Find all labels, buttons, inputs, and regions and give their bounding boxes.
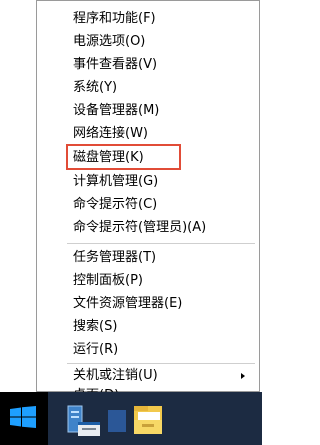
menu-item-label: 电源选项(O) — [73, 34, 146, 49]
windows-logo-icon — [10, 406, 36, 428]
powershell-icon[interactable] — [108, 410, 126, 432]
file-explorer-icon[interactable] — [128, 402, 168, 440]
menu-item-network-connections[interactable]: 网络连接(W) — [37, 122, 259, 145]
menu-item-file-explorer[interactable]: 文件资源管理器(E) — [37, 292, 259, 315]
menu-item-programs-features[interactable]: 程序和功能(F) — [37, 7, 259, 30]
menu-item-label: 文件资源管理器(E) — [73, 296, 183, 311]
menu-item-computer-management[interactable]: 计算机管理(G) — [37, 170, 259, 193]
menu-item-control-panel[interactable]: 控制面板(P) — [37, 269, 259, 292]
menu-item-label: 搜索(S) — [73, 319, 118, 334]
menu-item-label: 程序和功能(F) — [73, 11, 156, 26]
server-manager-icon[interactable] — [64, 404, 104, 440]
menu-item-label: 控制面板(P) — [73, 273, 143, 288]
menu-item-event-viewer[interactable]: 事件查看器(V) — [37, 53, 259, 76]
menu-item-label: 命令提示符(管理员)(A) — [73, 220, 207, 235]
menu-item-label: 任务管理器(T) — [73, 250, 157, 265]
menu-item-run[interactable]: 运行(R) — [37, 338, 259, 361]
menu-item-label: 设备管理器(M) — [73, 103, 160, 118]
power-user-menu: 程序和功能(F) 电源选项(O) 事件查看器(V) 系统(Y) 设备管理器(M)… — [36, 0, 260, 403]
menu-item-command-prompt[interactable]: 命令提示符(C) — [37, 193, 259, 216]
start-button[interactable] — [0, 392, 48, 445]
menu-item-search[interactable]: 搜索(S) — [37, 315, 259, 338]
menu-item-device-manager[interactable]: 设备管理器(M) — [37, 99, 259, 122]
menu-separator — [67, 243, 255, 244]
menu-item-system[interactable]: 系统(Y) — [37, 76, 259, 99]
menu-item-task-manager[interactable]: 任务管理器(T) — [37, 246, 259, 269]
highlight-annotation-box — [66, 144, 181, 170]
desktop-edge — [0, 0, 37, 392]
menu-item-label: 系统(Y) — [73, 80, 118, 95]
screen: 程序和功能(F) 电源选项(O) 事件查看器(V) 系统(Y) 设备管理器(M)… — [0, 0, 262, 445]
menu-item-label: 网络连接(W) — [73, 126, 148, 141]
menu-item-label: 命令提示符(C) — [73, 197, 158, 212]
menu-item-shutdown-signout[interactable]: 关机或注销(U) — [37, 364, 259, 387]
menu-item-label: 计算机管理(G) — [73, 174, 159, 189]
menu-item-label: 运行(R) — [73, 342, 119, 357]
menu-item-command-prompt-admin[interactable]: 命令提示符(管理员)(A) — [37, 216, 259, 239]
menu-item-power-options[interactable]: 电源选项(O) — [37, 30, 259, 53]
submenu-arrow-icon — [241, 373, 245, 379]
menu-item-label: 事件查看器(V) — [73, 57, 158, 72]
